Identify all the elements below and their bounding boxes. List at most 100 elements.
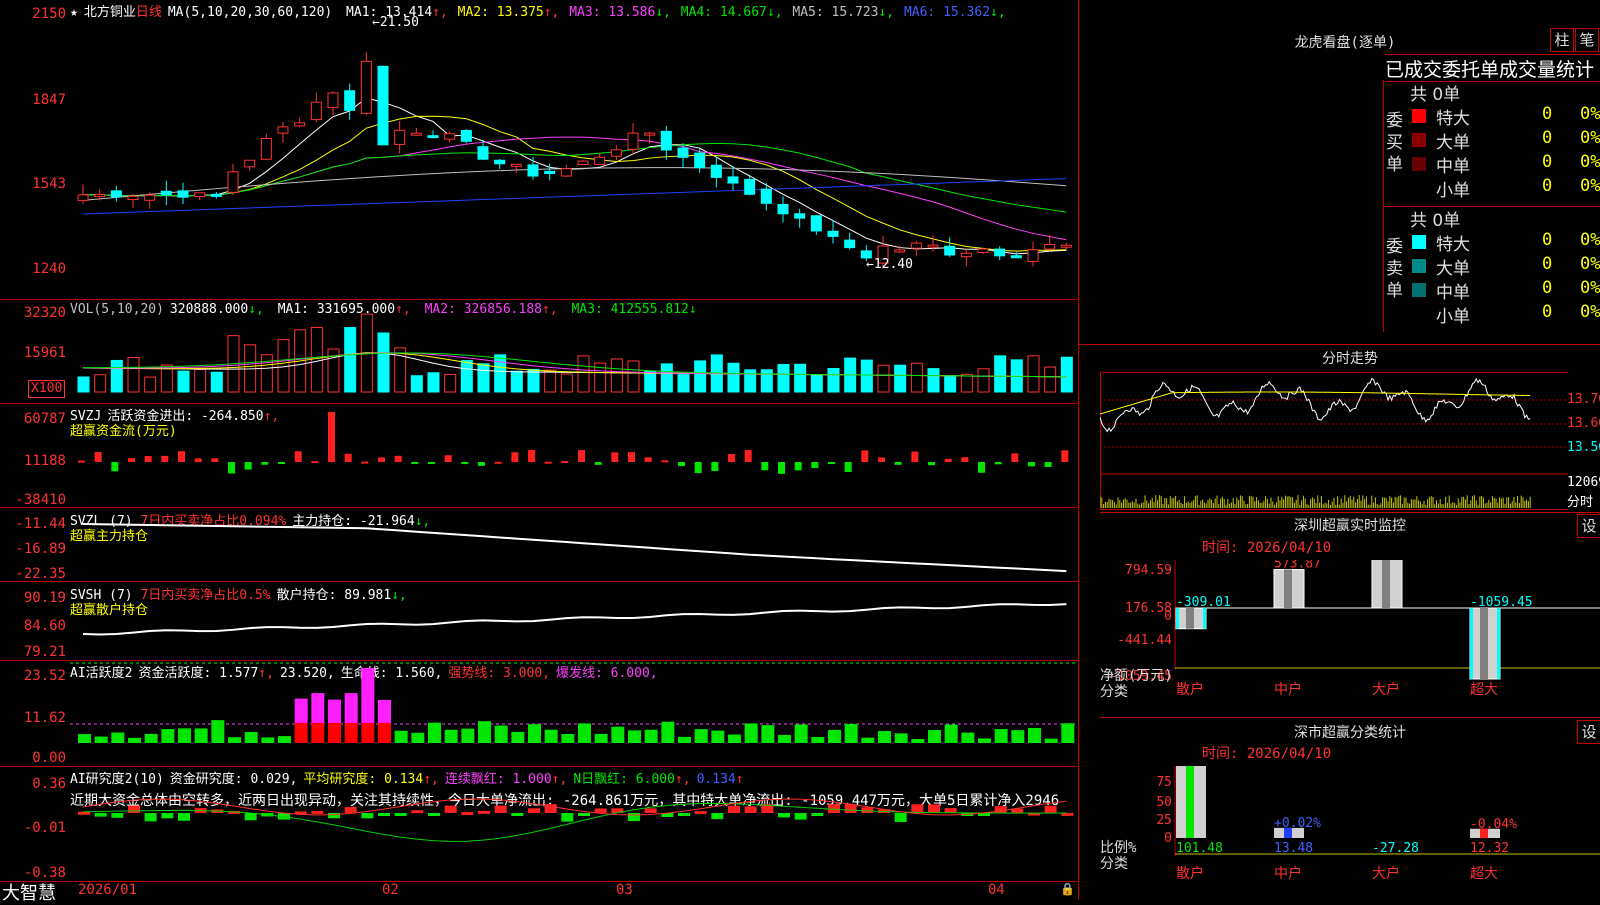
candle-body[interactable] xyxy=(310,101,322,121)
candle-body[interactable] xyxy=(544,170,556,174)
candle-body[interactable] xyxy=(210,193,222,197)
candle-body[interactable] xyxy=(194,192,206,198)
candle-body[interactable] xyxy=(260,137,272,160)
bar-view-button[interactable]: 柱 xyxy=(1550,28,1574,52)
ai2-bar xyxy=(928,804,940,813)
candle-body[interactable] xyxy=(744,178,756,195)
candle-body[interactable] xyxy=(977,248,989,254)
tab-orders[interactable]: 委托单 xyxy=(1442,59,1499,81)
candle-body[interactable] xyxy=(177,190,189,198)
candle-body[interactable] xyxy=(327,92,339,108)
volume-bar xyxy=(410,375,423,393)
sz-monitor-bar-edge xyxy=(1497,608,1500,679)
ai1-burst-bar xyxy=(361,668,375,723)
brand-logo[interactable]: 大智慧 xyxy=(2,879,56,905)
candle-body[interactable] xyxy=(444,133,456,140)
fund-flow-bar xyxy=(511,452,519,462)
candle-body[interactable] xyxy=(560,168,572,177)
fund-flow-bar xyxy=(561,461,569,464)
candle-body[interactable] xyxy=(694,152,706,168)
volume-chart[interactable] xyxy=(70,300,1078,404)
candle-body[interactable] xyxy=(394,129,406,145)
tab-volume-stats[interactable]: 成交量统计 xyxy=(1499,59,1594,81)
low-price-marker: ←12.40 xyxy=(866,257,913,272)
volume-bar xyxy=(810,374,823,393)
candle-body[interactable] xyxy=(844,239,856,249)
candle-body[interactable] xyxy=(277,126,289,134)
ai1-chart[interactable] xyxy=(70,661,1078,767)
intraday-chart[interactable] xyxy=(1100,372,1568,510)
candle-body[interactable] xyxy=(777,203,789,215)
sz-monitor-settings-button[interactable]: 设 xyxy=(1577,514,1600,538)
candle-body[interactable] xyxy=(894,249,906,253)
svzj-chart[interactable] xyxy=(70,404,1078,508)
candle-body[interactable] xyxy=(427,135,439,139)
candle-body[interactable] xyxy=(410,132,422,136)
candle-body[interactable] xyxy=(610,149,622,157)
ai1-bar xyxy=(211,720,225,743)
candle-body[interactable] xyxy=(644,132,656,136)
candle-body[interactable] xyxy=(77,194,89,201)
candle-body[interactable] xyxy=(827,230,839,237)
volume-bar xyxy=(827,367,840,393)
candle-body[interactable] xyxy=(377,65,389,146)
candle-body[interactable] xyxy=(627,132,639,150)
sz-monitor-chart[interactable]: 794.59176.580-441.44-1059.45-309.01散户573… xyxy=(1100,560,1600,718)
candle-body[interactable] xyxy=(227,171,239,193)
candle-body[interactable] xyxy=(94,194,106,198)
candle-body[interactable] xyxy=(494,159,506,165)
volume-bar xyxy=(960,373,973,393)
candle-body[interactable] xyxy=(244,159,256,168)
candle-body[interactable] xyxy=(127,195,139,201)
ai2-bar xyxy=(644,808,657,813)
fund-flow-bar xyxy=(811,462,819,469)
candle-body[interactable] xyxy=(1044,244,1056,250)
volume-bar xyxy=(344,327,357,393)
candle-body[interactable] xyxy=(477,146,489,160)
candle-body[interactable] xyxy=(710,164,722,178)
candle-body[interactable] xyxy=(577,160,589,166)
candle-body[interactable] xyxy=(160,190,172,196)
candle-body[interactable] xyxy=(994,248,1006,257)
candle-body[interactable] xyxy=(1027,249,1039,262)
candle-body[interactable] xyxy=(910,242,922,249)
ai1-bar xyxy=(844,723,858,743)
candle-body[interactable] xyxy=(344,90,356,111)
lock-icon[interactable]: 🔒 xyxy=(1060,882,1075,896)
sz-monitor-bar-edge xyxy=(1176,608,1179,629)
tick-view-button[interactable]: 笔 xyxy=(1575,28,1599,52)
fund-flow-bar xyxy=(778,462,785,474)
candle-body[interactable] xyxy=(510,163,522,167)
sz-class-chart[interactable]: 75 50 25 0 101.48 散户 +0.02% 13.48 中户 -27.28 大户 -0.0… xyxy=(1100,766,1600,900)
vol-unit-badge[interactable]: X100 xyxy=(28,380,66,398)
svzl-chart[interactable] xyxy=(70,508,1078,582)
ai2-chart[interactable] xyxy=(70,767,1078,882)
fund-flow-bar xyxy=(461,462,469,465)
candle-body[interactable] xyxy=(110,190,122,198)
candle-body[interactable] xyxy=(944,245,956,256)
candle-body[interactable] xyxy=(677,147,689,158)
candle-body[interactable] xyxy=(794,213,806,219)
sz-class-settings-button[interactable]: 设 xyxy=(1577,720,1600,744)
candle-body[interactable] xyxy=(760,188,772,204)
candle-body[interactable] xyxy=(360,60,372,114)
candle-body[interactable] xyxy=(960,252,972,258)
volume-bar xyxy=(194,369,207,393)
candle-body[interactable] xyxy=(1060,244,1072,248)
candle-body[interactable] xyxy=(927,244,939,248)
sz-class-y-label: 50 xyxy=(1156,795,1172,810)
candle-body[interactable] xyxy=(727,176,739,184)
ai2-bar xyxy=(328,813,340,819)
fund-flow-bar xyxy=(628,452,635,462)
candle-body[interactable] xyxy=(144,194,156,201)
svsh-chart[interactable] xyxy=(70,582,1078,661)
candle-body[interactable] xyxy=(660,130,672,151)
candle-body[interactable] xyxy=(594,156,606,166)
candle-body[interactable] xyxy=(294,122,306,127)
candle-body[interactable] xyxy=(1010,255,1022,259)
candle-body[interactable] xyxy=(527,164,539,177)
price-chart[interactable]: ←21.50 ←12.40 xyxy=(70,0,1078,300)
candle-body[interactable] xyxy=(810,215,822,232)
candle-body[interactable] xyxy=(460,130,472,142)
tab-filled[interactable]: 已成交 xyxy=(1385,59,1442,81)
